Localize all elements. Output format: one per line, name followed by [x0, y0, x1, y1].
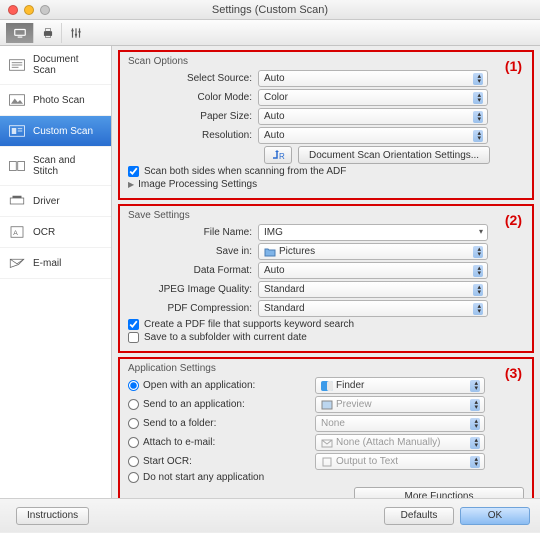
- document-icon: [8, 58, 26, 72]
- send-to-folder-dropdown[interactable]: None▴▾: [315, 415, 485, 432]
- data-format-label: Data Format:: [128, 265, 258, 276]
- scan-from-computer-tab[interactable]: [6, 23, 34, 43]
- scan-both-sides-checkbox[interactable]: [128, 166, 139, 177]
- start-ocr-radio[interactable]: [128, 456, 139, 467]
- open-with-label: Open with an application:: [139, 380, 315, 391]
- data-format-dropdown[interactable]: Auto▴▾: [258, 262, 488, 279]
- image-processing-disclosure[interactable]: ▶Image Processing Settings: [128, 179, 524, 190]
- application-settings-title: Application Settings: [128, 363, 524, 374]
- sidebar-item-document-scan[interactable]: Document Scan: [0, 46, 111, 85]
- save-in-dropdown[interactable]: Pictures▴▾: [258, 243, 488, 260]
- pdf-compression-label: PDF Compression:: [128, 303, 258, 314]
- resolution-dropdown[interactable]: Auto▴▾: [258, 127, 488, 144]
- sidebar-item-custom-scan[interactable]: Custom Scan: [0, 116, 111, 147]
- paper-size-label: Paper Size:: [128, 111, 258, 122]
- start-ocr-dropdown[interactable]: Output to Text▴▾: [315, 453, 485, 470]
- save-in-label: Save in:: [128, 246, 258, 257]
- general-settings-tab[interactable]: [62, 23, 90, 43]
- annotation-1: (1): [505, 58, 522, 74]
- color-mode-dropdown[interactable]: Color▴▾: [258, 89, 488, 106]
- sidebar: Document Scan Photo Scan Custom Scan Sca…: [0, 46, 112, 498]
- open-with-radio[interactable]: [128, 380, 139, 391]
- instructions-button[interactable]: Instructions: [16, 507, 89, 525]
- resolution-label: Resolution:: [128, 130, 258, 141]
- sidebar-item-driver[interactable]: Driver: [0, 186, 111, 217]
- sidebar-item-email[interactable]: E-mail: [0, 248, 111, 279]
- sidebar-item-photo-scan[interactable]: Photo Scan: [0, 85, 111, 116]
- scan-both-sides-label: Scan both sides when scanning from the A…: [144, 166, 346, 177]
- start-ocr-label: Start OCR:: [139, 456, 315, 467]
- save-subfolder-label: Save to a subfolder with current date: [144, 332, 307, 343]
- attach-email-radio[interactable]: [128, 437, 139, 448]
- paper-size-dropdown[interactable]: Auto▴▾: [258, 108, 488, 125]
- content-area: (1) Scan Options Select Source: Auto▴▾ C…: [112, 46, 540, 498]
- sidebar-item-label: Scan and Stitch: [33, 155, 103, 177]
- pdf-compression-dropdown[interactable]: Standard▴▾: [258, 300, 488, 317]
- svg-text:R: R: [279, 152, 285, 160]
- file-name-label: File Name:: [128, 227, 258, 238]
- annotation-3: (3): [505, 365, 522, 381]
- send-to-folder-radio[interactable]: [128, 418, 139, 429]
- window-controls[interactable]: [8, 5, 50, 15]
- sidebar-item-label: Document Scan: [33, 54, 103, 76]
- custom-icon: [8, 124, 26, 138]
- driver-icon: [8, 194, 26, 208]
- sidebar-item-label: E-mail: [33, 258, 61, 269]
- toolbar: [0, 20, 540, 46]
- select-source-dropdown[interactable]: Auto▴▾: [258, 70, 488, 87]
- send-to-app-dropdown[interactable]: Preview▴▾: [315, 396, 485, 413]
- sidebar-item-scan-stitch[interactable]: Scan and Stitch: [0, 147, 111, 186]
- sidebar-item-label: Driver: [33, 196, 60, 207]
- send-to-folder-label: Send to a folder:: [139, 418, 315, 429]
- svg-text:A: A: [13, 230, 18, 237]
- stitch-icon: [8, 159, 26, 173]
- footer: Instructions Defaults OK: [0, 498, 540, 532]
- open-with-dropdown[interactable]: Finder▴▾: [315, 377, 485, 394]
- save-settings-section: (2) Save Settings File Name: IMG Save in…: [118, 204, 534, 353]
- send-to-app-radio[interactable]: [128, 399, 139, 410]
- create-pdf-checkbox[interactable]: [128, 319, 139, 330]
- scan-from-printer-tab[interactable]: [34, 23, 62, 43]
- sidebar-item-ocr[interactable]: A OCR: [0, 217, 111, 248]
- photo-icon: [8, 93, 26, 107]
- mail-icon: [321, 438, 333, 448]
- finder-icon: [321, 381, 333, 391]
- minimize-icon[interactable]: [24, 5, 34, 15]
- jpeg-quality-label: JPEG Image Quality:: [128, 284, 258, 295]
- color-mode-label: Color Mode:: [128, 92, 258, 103]
- preview-icon: [321, 400, 333, 410]
- email-icon: [8, 256, 26, 270]
- ocr-icon: A: [8, 225, 26, 239]
- zoom-icon: [40, 5, 50, 15]
- annotation-2: (2): [505, 212, 522, 228]
- orientation-settings-button[interactable]: Document Scan Orientation Settings...: [298, 146, 490, 164]
- jpeg-quality-dropdown[interactable]: Standard▴▾: [258, 281, 488, 298]
- ok-button[interactable]: OK: [460, 507, 530, 525]
- do-not-start-label: Do not start any application: [139, 472, 270, 483]
- more-functions-button[interactable]: More Functions: [354, 487, 524, 498]
- do-not-start-radio[interactable]: [128, 472, 139, 483]
- defaults-button[interactable]: Defaults: [384, 507, 454, 525]
- attach-email-label: Attach to e-mail:: [139, 437, 315, 448]
- sidebar-item-label: Photo Scan: [33, 95, 85, 106]
- close-icon[interactable]: [8, 5, 18, 15]
- sidebar-item-label: OCR: [33, 227, 55, 238]
- select-source-label: Select Source:: [128, 73, 258, 84]
- sidebar-item-label: Custom Scan: [33, 126, 93, 137]
- folder-icon: [264, 247, 276, 257]
- send-to-app-label: Send to an application:: [139, 399, 315, 410]
- application-settings-section: (3) Application Settings Open with an ap…: [118, 357, 534, 498]
- attach-email-dropdown[interactable]: None (Attach Manually)▴▾: [315, 434, 485, 451]
- create-pdf-label: Create a PDF file that supports keyword …: [144, 319, 354, 330]
- window-title: Settings (Custom Scan): [0, 0, 540, 20]
- text-icon: [321, 457, 333, 467]
- scan-options-title: Scan Options: [128, 56, 524, 67]
- save-settings-title: Save Settings: [128, 210, 524, 221]
- scan-options-section: (1) Scan Options Select Source: Auto▴▾ C…: [118, 50, 534, 200]
- disclosure-triangle-icon: ▶: [128, 180, 134, 189]
- orientation-icon-button[interactable]: R: [264, 146, 292, 164]
- save-subfolder-checkbox[interactable]: [128, 332, 139, 343]
- file-name-field[interactable]: IMG: [258, 224, 488, 241]
